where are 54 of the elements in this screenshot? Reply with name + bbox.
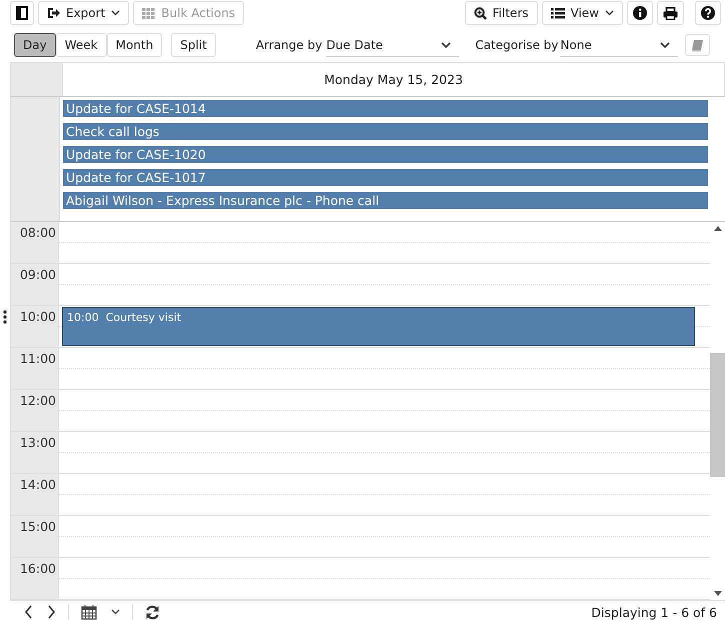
all-day-event[interactable]: Update for CASE-1014 — [63, 100, 708, 117]
export-icon — [47, 7, 60, 19]
categorise-dropdown[interactable]: None — [560, 34, 678, 56]
hour-label: 16:00 — [20, 561, 56, 576]
sidebar-toggle-button[interactable] — [10, 1, 34, 25]
caret-icon — [111, 10, 120, 16]
hour-label: 09:00 — [20, 267, 56, 282]
calendar-event[interactable]: 10:00 Courtesy visit — [62, 307, 695, 346]
all-day-event[interactable]: Update for CASE-1020 — [63, 146, 708, 163]
view-tab[interactable]: Month — [106, 33, 162, 57]
scroll-down-icon[interactable] — [714, 591, 722, 596]
all-day-event[interactable]: Check call logs — [63, 123, 708, 140]
caret-icon[interactable] — [111, 609, 120, 615]
book-button[interactable] — [685, 34, 710, 56]
chevron-icon — [441, 42, 452, 48]
drag-handle-icon[interactable] — [3, 310, 7, 324]
refresh-icon[interactable] — [145, 604, 160, 620]
filters-button[interactable]: Filters — [464, 1, 538, 25]
hour-label: 14:00 — [20, 477, 56, 492]
zoom-in-icon — [474, 6, 487, 20]
hour-label: 13:00 — [20, 435, 56, 450]
hour-label: 11:00 — [20, 351, 56, 366]
grid-icon — [142, 8, 156, 18]
previous-icon[interactable] — [24, 605, 33, 619]
scroll-up-icon[interactable] — [714, 226, 722, 231]
arrange-label: Arrange by — [256, 38, 322, 52]
view-tab[interactable]: Split — [171, 33, 216, 57]
help-button[interactable] — [695, 1, 721, 25]
date-header: Monday May 15, 2023 — [63, 63, 725, 96]
export-button[interactable]: Export — [38, 1, 130, 25]
print-button[interactable] — [657, 1, 684, 25]
view-button[interactable]: View — [542, 1, 623, 25]
hour-label: 08:00 — [20, 225, 56, 240]
info-icon — [633, 6, 647, 20]
print-icon — [663, 6, 678, 20]
all-day-event[interactable]: Abigail Wilson - Express Insurance plc - Phone call — [63, 192, 708, 209]
view-tab[interactable]: Week — [56, 33, 107, 57]
categorise-label: Categorise by — [475, 38, 558, 52]
status-text: Displaying 1 - 6 of 6 — [591, 604, 717, 620]
all-day-event[interactable]: Update for CASE-1017 — [63, 169, 708, 186]
chevron-icon — [660, 42, 670, 48]
calendar-icon[interactable] — [81, 604, 97, 620]
panel-icon — [16, 6, 28, 20]
caret-icon — [605, 10, 614, 16]
next-icon[interactable] — [47, 605, 56, 619]
book-icon — [691, 38, 704, 52]
hour-label: 12:00 — [20, 393, 56, 408]
list-icon — [550, 8, 565, 18]
arrange-dropdown[interactable]: Due Date — [326, 34, 460, 56]
hour-label: 15:00 — [20, 519, 56, 534]
view-tab[interactable]: Day — [14, 33, 56, 57]
help-icon — [701, 6, 715, 20]
info-button[interactable] — [627, 1, 653, 25]
hour-label: 10:00 — [20, 309, 56, 324]
